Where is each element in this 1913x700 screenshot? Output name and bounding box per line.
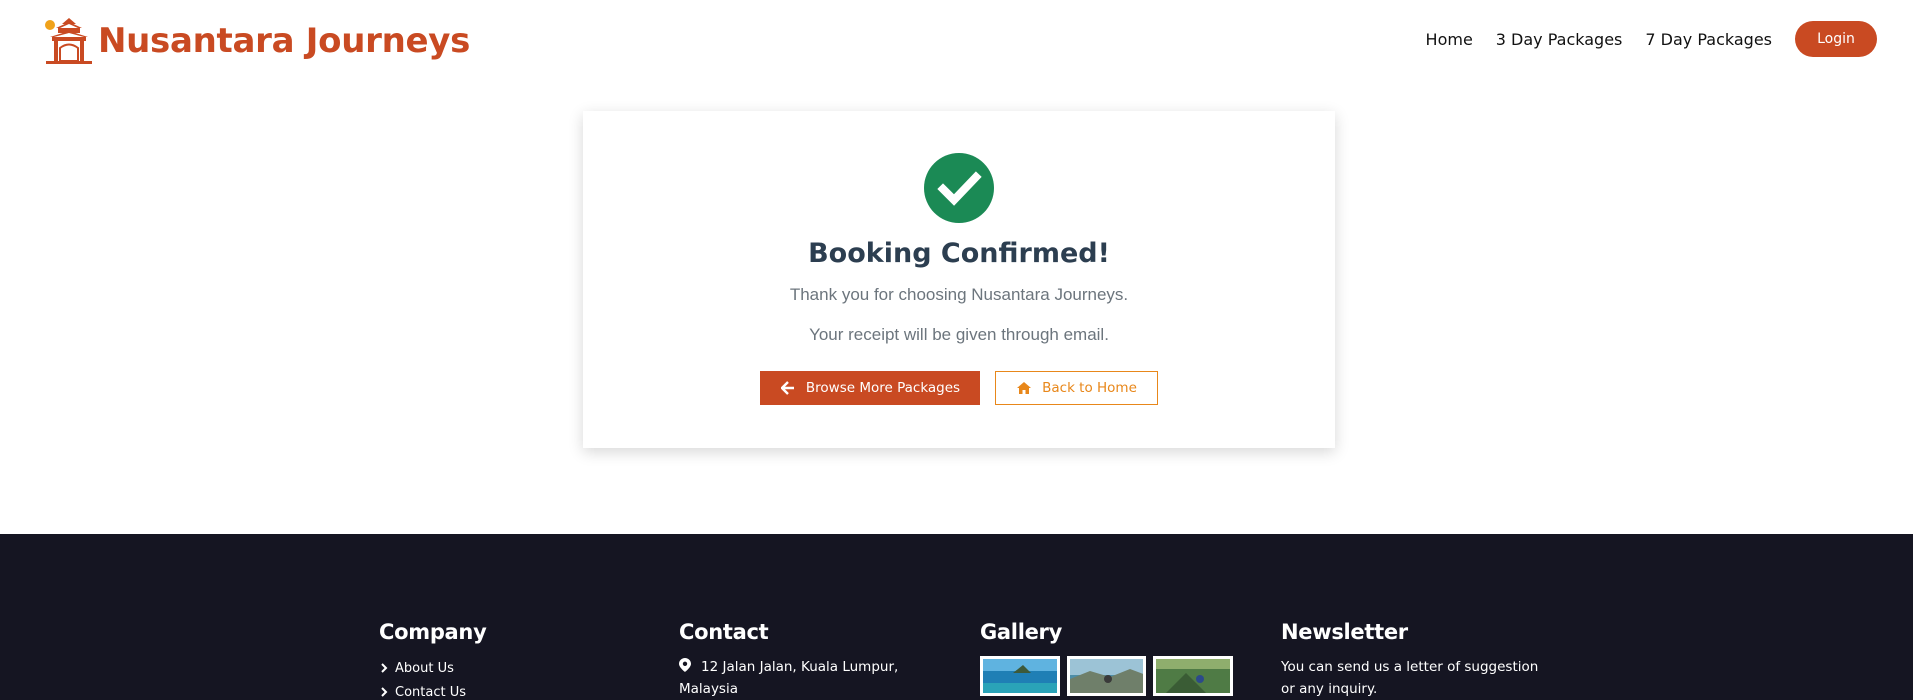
- footer-gallery-heading: Gallery: [980, 620, 1062, 644]
- map-pin-icon: [679, 658, 691, 672]
- footer-contact-heading: Contact: [679, 620, 769, 644]
- newsletter-text: You can send us a letter of suggestion o…: [1281, 659, 1539, 697]
- arrow-left-icon: [780, 380, 796, 396]
- footer-newsletter: Newsletter You can send us a letter of s…: [1281, 620, 1541, 700]
- nav-link-3-day-packages[interactable]: 3 Day Packages: [1496, 30, 1623, 49]
- footer-link-label: About Us: [395, 660, 454, 676]
- chevron-right-icon: [381, 687, 388, 697]
- footer-link-label: Contact Us: [395, 684, 466, 700]
- chevron-right-icon: [381, 663, 388, 673]
- check-circle-icon: [924, 153, 994, 223]
- site-header: Nusantara Journeys Home 3 Day Packages 7…: [0, 0, 1913, 78]
- footer-gallery: Gallery: [980, 620, 1240, 696]
- brand[interactable]: Nusantara Journeys: [42, 16, 470, 66]
- footer-link-about-us[interactable]: About Us: [379, 656, 639, 680]
- pagoda-gate-icon: [45, 18, 92, 64]
- confirmation-actions: Browse More Packages Back to Home: [583, 371, 1335, 405]
- back-to-home-label: Back to Home: [1042, 380, 1137, 396]
- login-button[interactable]: Login: [1795, 21, 1877, 57]
- footer-link-contact-us[interactable]: Contact Us: [379, 680, 639, 700]
- booking-confirmation-card: Booking Confirmed! Thank you for choosin…: [583, 111, 1335, 448]
- brand-name: Nusantara Journeys: [98, 21, 471, 61]
- nav-link-7-day-packages[interactable]: 7 Day Packages: [1645, 30, 1772, 49]
- browse-more-packages-button[interactable]: Browse More Packages: [760, 371, 980, 405]
- receipt-note: Your receipt will be given through email…: [809, 325, 1109, 344]
- confirmation-title: Booking Confirmed!: [808, 238, 1110, 269]
- back-to-home-button[interactable]: Back to Home: [995, 371, 1158, 405]
- footer-contact: Contact 12 Jalan Jalan, Kuala Lumpur, Ma…: [679, 620, 939, 700]
- footer-company: Company About Us Contact Us: [379, 620, 639, 700]
- gallery-thumb-2[interactable]: [1066, 656, 1147, 696]
- site-footer: Company About Us Contact Us Contact 12 J…: [0, 534, 1913, 700]
- confirmation-message: Thank you for choosing Nusantara Journey…: [789, 285, 1129, 304]
- footer-address: 12 Jalan Jalan, Kuala Lumpur, Malaysia: [679, 656, 939, 700]
- footer-newsletter-heading: Newsletter: [1281, 620, 1408, 644]
- footer-company-heading: Company: [379, 620, 487, 644]
- gallery-thumb-1[interactable]: [980, 656, 1060, 696]
- browse-more-packages-label: Browse More Packages: [805, 380, 961, 396]
- main-nav: Home 3 Day Packages 7 Day Packages Login: [1426, 21, 1877, 57]
- home-icon: [1016, 380, 1032, 396]
- gallery-thumb-3[interactable]: [1153, 656, 1234, 696]
- nav-link-home[interactable]: Home: [1426, 30, 1473, 49]
- footer-address-text: 12 Jalan Jalan, Kuala Lumpur, Malaysia: [679, 659, 899, 697]
- gallery-thumbnails: [980, 656, 1240, 696]
